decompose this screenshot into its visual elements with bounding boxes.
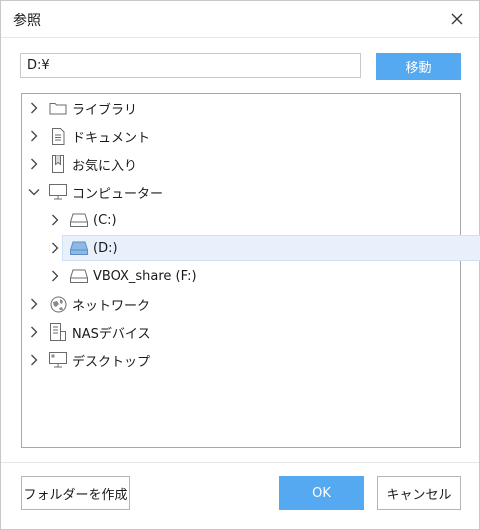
tree-item-label: VBOX_share (F:): [93, 268, 197, 284]
ok-button[interactable]: OK: [279, 476, 364, 510]
dialog-title: 参照: [13, 13, 41, 29]
tree-item-label: コンピューター: [72, 186, 164, 202]
title-bar: 参照: [1, 1, 479, 38]
drive-icon: [70, 211, 88, 229]
chevron-right-icon[interactable]: [48, 241, 62, 255]
chevron-right-icon[interactable]: [27, 297, 41, 311]
chevron-right-icon[interactable]: [27, 353, 41, 367]
close-button[interactable]: [435, 1, 479, 37]
cancel-button[interactable]: キャンセル: [377, 476, 461, 510]
document-icon: [49, 127, 67, 145]
favorites-icon: [49, 155, 67, 173]
path-input[interactable]: [20, 53, 361, 78]
close-icon: [451, 13, 463, 25]
tree-item-drive-c[interactable]: (C:): [22, 207, 480, 233]
selection-highlight: [62, 235, 480, 261]
folder-tree[interactable]: ライブラリ ドキュメント お気に入り コンピューター (C:) (D:) VBO…: [21, 93, 480, 448]
tree-item-label: (D:): [93, 240, 118, 256]
chevron-down-icon[interactable]: [27, 185, 41, 199]
chevron-right-icon[interactable]: [48, 213, 62, 227]
tree-item-drive-f[interactable]: VBOX_share (F:): [22, 263, 480, 289]
new-folder-button[interactable]: フォルダーを作成: [21, 476, 130, 510]
tree-item-library[interactable]: ライブラリ: [22, 95, 465, 121]
tree-item-label: ネットワーク: [72, 298, 151, 314]
tree-item-network[interactable]: ネットワーク: [22, 291, 465, 317]
tree-item-computer[interactable]: コンピューター: [22, 179, 465, 205]
drive-icon: [70, 267, 88, 285]
tree-item-nas[interactable]: NASデバイス: [22, 319, 465, 345]
computer-icon: [49, 183, 67, 201]
chevron-right-icon[interactable]: [27, 129, 41, 143]
chevron-right-icon[interactable]: [27, 157, 41, 171]
folder-icon: [49, 99, 67, 117]
tree-item-label: デスクトップ: [72, 354, 151, 370]
tree-item-documents[interactable]: ドキュメント: [22, 123, 465, 149]
tree-item-label: NASデバイス: [72, 326, 151, 342]
browse-dialog: 参照 移動 ライブラリ ドキュメント: [0, 0, 480, 530]
tree-item-label: ライブラリ: [72, 102, 138, 118]
move-button[interactable]: 移動: [376, 53, 461, 80]
tree-item-label: お気に入り: [72, 158, 138, 174]
tree-item-label: (C:): [93, 212, 117, 228]
desktop-icon: [49, 351, 67, 369]
chevron-right-icon[interactable]: [27, 325, 41, 339]
tree-item-label: ドキュメント: [72, 130, 151, 146]
tree-item-favorites[interactable]: お気に入り: [22, 151, 465, 177]
nas-icon: [49, 323, 67, 341]
tree-item-drive-d[interactable]: (D:): [22, 235, 480, 261]
footer-divider: [1, 462, 479, 463]
network-icon: [49, 295, 67, 313]
drive-icon: [70, 239, 88, 257]
chevron-right-icon[interactable]: [48, 269, 62, 283]
tree-item-desktop[interactable]: デスクトップ: [22, 347, 465, 373]
chevron-right-icon[interactable]: [27, 101, 41, 115]
